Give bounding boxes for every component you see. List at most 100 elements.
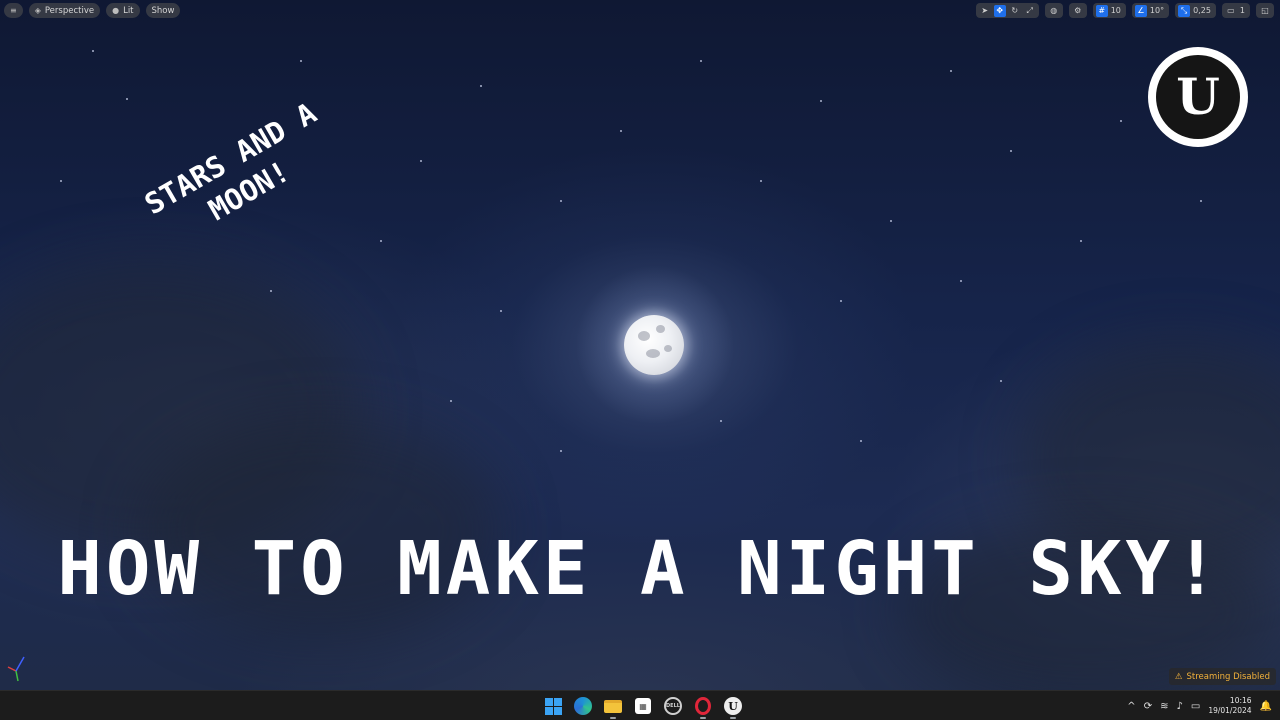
moon-crater — [646, 349, 660, 358]
star — [1010, 150, 1012, 152]
sync-icon[interactable]: ⟳ — [1144, 701, 1152, 712]
grid-snap-value: 10 — [1110, 6, 1121, 15]
lit-button[interactable]: ● Lit — [106, 3, 140, 18]
star — [60, 180, 62, 182]
unreal-engine-logo: U — [1148, 47, 1248, 147]
chevron-up-icon[interactable]: ^ — [1127, 701, 1135, 712]
cube-icon: ◈ — [34, 6, 41, 15]
star — [620, 130, 622, 132]
star — [860, 440, 862, 442]
star — [500, 310, 502, 312]
camera-speed[interactable]: ▭ 1 — [1221, 3, 1250, 18]
windows-icon — [544, 697, 562, 715]
star — [450, 400, 452, 402]
moon — [624, 315, 684, 375]
grid-snap-icon: # — [1095, 4, 1108, 17]
viewport-toolbar-left: ≡ ◈ Perspective ● Lit Show — [4, 3, 181, 18]
coordinate-space: ◍ — [1044, 3, 1063, 18]
transform-tools: ➤ ✥ ↻ ⤢ — [975, 3, 1039, 18]
camera-icon: ▭ — [1227, 6, 1235, 15]
scale-snap-icon: ⤡ — [1178, 4, 1191, 17]
viewport-toolbar-right: ➤ ✥ ↻ ⤢ ◍ ⚙ # 10 ∠ 10° ⤡ 0,25 ▭ 1 ◱ — [975, 3, 1274, 18]
star — [300, 60, 302, 62]
system-tray: ^ ⟳ ≋ ♪ ▭ 10:16 19/01/2024 🔔 — [1127, 695, 1272, 717]
star — [560, 200, 562, 202]
z-axis — [15, 656, 25, 672]
clock[interactable]: 10:16 19/01/2024 — [1208, 696, 1251, 716]
taskbar-app-file-explorer[interactable] — [602, 695, 624, 719]
perspective-label: Perspective — [44, 5, 95, 16]
lit-label: Lit — [123, 5, 134, 16]
star — [890, 220, 892, 222]
star — [560, 450, 562, 452]
taskbar-app-opera[interactable] — [692, 695, 714, 719]
star — [1000, 380, 1002, 382]
world-space-icon[interactable]: ◍ — [1048, 5, 1060, 17]
moon-crater — [664, 345, 672, 352]
maximize-viewport[interactable]: ◱ — [1256, 3, 1274, 18]
main-title: HOW TO MAKE A NIGHT SKY! — [57, 526, 1223, 612]
star — [760, 180, 762, 182]
star — [960, 280, 962, 282]
star — [1080, 240, 1082, 242]
warning-icon: ⚠ — [1174, 671, 1183, 682]
grid-snap[interactable]: # 10 — [1092, 3, 1126, 18]
camera-speed-value: 1 — [1239, 6, 1245, 15]
star — [420, 160, 422, 162]
windows-taskbar: ▦ DELL U ^ ⟳ ≋ ♪ ▭ 10:16 19/01/2024 🔔 — [0, 690, 1280, 720]
notification-bell-icon[interactable]: 🔔 — [1260, 701, 1272, 712]
star — [950, 70, 952, 72]
logo-letter: U — [1176, 67, 1220, 126]
star — [270, 290, 272, 292]
star — [840, 300, 842, 302]
star — [92, 50, 94, 52]
axis-gizmo — [7, 656, 25, 682]
clock-date: 19/01/2024 — [1208, 706, 1252, 715]
select-tool-icon[interactable]: ➤ — [979, 5, 991, 17]
logo-inner: U — [1156, 55, 1240, 139]
maximize-icon: ◱ — [1261, 6, 1269, 15]
moon-crater — [638, 331, 650, 341]
y-axis — [15, 670, 19, 682]
star — [720, 420, 722, 422]
taskbar-app-dell[interactable]: DELL — [662, 695, 684, 717]
star — [126, 98, 128, 100]
scale-snap-value: 0,25 — [1193, 6, 1211, 15]
volume-icon[interactable]: ♪ — [1176, 701, 1182, 712]
viewport-menu-button[interactable]: ≡ — [4, 3, 23, 18]
show-button[interactable]: Show — [145, 3, 181, 18]
x-axis — [7, 666, 17, 672]
taskbar-app-unreal[interactable]: U — [722, 695, 744, 719]
rotation-snap[interactable]: ∠ 10° — [1131, 3, 1170, 18]
star — [820, 100, 822, 102]
surface-snap-icon[interactable]: ⚙ — [1072, 5, 1084, 17]
start-button[interactable] — [542, 695, 564, 717]
perspective-button[interactable]: ◈ Perspective — [28, 3, 101, 18]
star — [380, 240, 382, 242]
wifi-icon[interactable]: ≋ — [1160, 701, 1168, 712]
rotation-snap-value: 10° — [1149, 6, 1165, 15]
opera-icon — [695, 697, 711, 715]
taskbar-apps: ▦ DELL U — [542, 695, 744, 719]
star — [700, 60, 702, 62]
streaming-status[interactable]: ⚠ Streaming Disabled — [1168, 668, 1276, 685]
lit-icon: ● — [112, 6, 120, 15]
scale-tool-icon[interactable]: ⤢ — [1024, 5, 1036, 17]
moon-crater — [656, 325, 665, 333]
star — [1200, 200, 1202, 202]
show-label: Show — [151, 5, 175, 16]
surface-snap: ⚙ — [1068, 3, 1087, 18]
scale-snap[interactable]: ⤡ 0,25 — [1175, 3, 1216, 18]
battery-icon[interactable]: ▭ — [1191, 701, 1200, 712]
unreal-icon: U — [724, 697, 742, 715]
star — [480, 85, 482, 87]
folder-icon — [604, 699, 622, 713]
translate-tool-icon[interactable]: ✥ — [993, 4, 1006, 17]
taskbar-app-store[interactable]: ▦ — [632, 695, 654, 717]
taskbar-app-edge[interactable] — [572, 695, 594, 717]
dell-icon: DELL — [664, 697, 682, 715]
rotate-tool-icon[interactable]: ↻ — [1009, 5, 1021, 17]
store-icon: ▦ — [635, 698, 651, 714]
clock-time: 10:16 — [1229, 696, 1252, 705]
streaming-label: Streaming Disabled — [1186, 671, 1270, 682]
